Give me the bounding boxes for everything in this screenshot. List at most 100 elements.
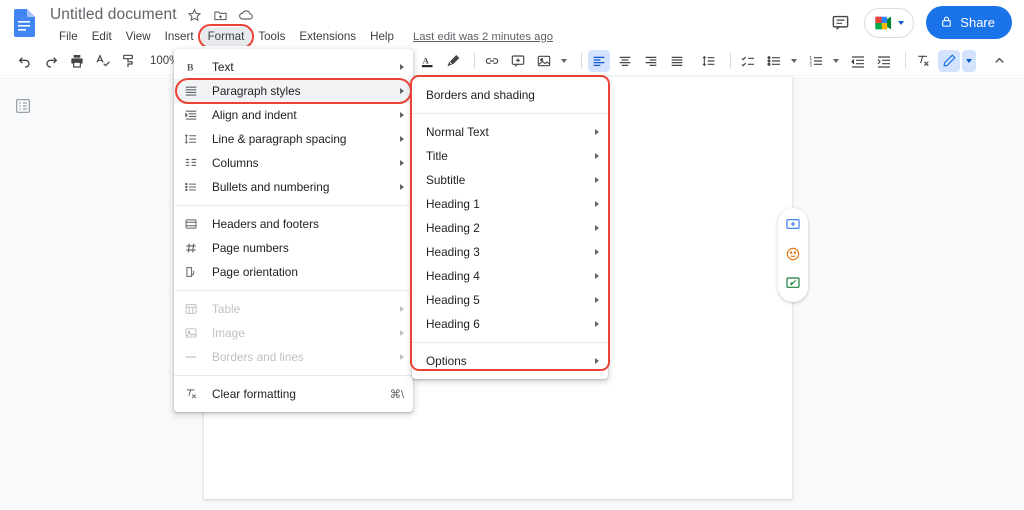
format-menu-item-line-and-paragraph-spacing[interactable]: Line & paragraph spacing [174,127,413,151]
chevron-right-icon [595,153,599,159]
align-right-icon[interactable] [640,50,662,72]
chevron-right-icon [595,177,599,183]
header-actions: Share [828,6,1012,39]
bold-text-icon: B [184,59,204,75]
format-menu-item-clear-formatting[interactable]: Clear formatting ⌘\ [174,382,413,406]
menu-label: Image [212,326,392,340]
insert-image-icon[interactable] [533,50,555,72]
print-icon[interactable] [66,50,88,72]
menu-tools[interactable]: Tools [251,27,292,46]
formatting-toolbar: 100% B I U A 123 [0,46,1024,76]
document-title-row: Untitled document [50,6,255,24]
styles-menu-item-heading-2[interactable]: Heading 2 [412,216,608,240]
styles-menu-item-normal-text[interactable]: Normal Text [412,120,608,144]
line-spacing-icon[interactable] [698,50,720,72]
chevron-right-icon [595,201,599,207]
align-indent-icon [184,107,204,123]
format-menu-item-image: Image [174,321,413,345]
meet-chevron-down-icon[interactable] [898,21,904,25]
checklist-icon[interactable] [737,50,759,72]
styles-menu-item-options[interactable]: Options [412,349,608,373]
align-justify-icon[interactable] [666,50,688,72]
menu-label: Align and indent [212,108,392,122]
add-comment-icon[interactable] [785,216,802,233]
format-menu-item-page-numbers[interactable]: Page numbers [174,236,413,260]
styles-menu-item-subtitle[interactable]: Subtitle [412,168,608,192]
menu-insert[interactable]: Insert [158,27,201,46]
chevron-right-icon [400,88,404,94]
format-menu-item-headers-and-footers[interactable]: Headers and footers [174,212,413,236]
google-docs-window: Untitled document File Edit View Insert … [0,0,1024,510]
chevron-right-icon [400,112,404,118]
share-button-label: Share [960,15,995,30]
menu-label: Title [426,149,587,163]
chevron-right-icon [595,249,599,255]
last-edit-status[interactable]: Last edit was 2 minutes ago [413,31,553,43]
styles-menu-item-title[interactable]: Title [412,144,608,168]
bulleted-list-icon[interactable] [763,50,785,72]
move-to-folder-icon[interactable] [212,7,229,24]
menu-label: Heading 1 [426,197,587,211]
format-menu-item-page-orientation[interactable]: Page orientation [174,260,413,284]
comment-icon[interactable] [828,11,852,35]
menu-edit[interactable]: Edit [85,27,119,46]
google-docs-logo-icon[interactable] [13,9,35,37]
google-meet-icon[interactable] [864,8,914,38]
svg-text:3: 3 [809,62,812,67]
borders-lines-icon [184,349,204,365]
hide-menus-icon[interactable] [988,50,1010,72]
numbered-list-icon[interactable]: 123 [805,50,827,72]
numbered-list-chevron-down-icon[interactable] [831,50,841,72]
menu-label: Columns [212,156,392,170]
menu-label: Text [212,60,392,74]
spellcheck-icon[interactable] [92,50,114,72]
star-icon[interactable] [186,7,203,24]
document-outline-icon[interactable] [13,96,33,116]
format-menu-item-align-and-indent[interactable]: Align and indent [174,103,413,127]
highlight-color-icon[interactable] [442,50,464,72]
cloud-saved-icon[interactable] [238,7,255,24]
clear-formatting-icon[interactable] [912,50,934,72]
format-menu-item-bullets-and-numbering[interactable]: Bullets and numbering [174,175,413,199]
menu-label: Options [426,354,587,368]
insert-link-icon[interactable] [481,50,503,72]
text-color-icon[interactable]: A [416,50,438,72]
decrease-indent-icon[interactable] [847,50,869,72]
paint-format-icon[interactable] [118,50,140,72]
chevron-right-icon [400,354,404,360]
align-center-icon[interactable] [614,50,636,72]
suggest-edits-icon[interactable] [785,274,802,291]
share-button[interactable]: Share [926,6,1012,39]
editing-mode-icon[interactable] [938,50,960,72]
svg-text:A: A [422,55,429,65]
insert-image-chevron-down-icon[interactable] [559,50,569,72]
styles-menu-item-heading-6[interactable]: Heading 6 [412,312,608,336]
undo-icon[interactable] [14,50,36,72]
increase-indent-icon[interactable] [873,50,895,72]
menu-label: Page orientation [212,265,404,279]
menu-help[interactable]: Help [363,27,401,46]
styles-menu-item-heading-5[interactable]: Heading 5 [412,288,608,312]
menu-file[interactable]: File [52,27,85,46]
menu-view[interactable]: View [119,27,158,46]
format-menu-item-columns[interactable]: Columns [174,151,413,175]
insert-comment-icon[interactable] [507,50,529,72]
bulleted-list-chevron-down-icon[interactable] [789,50,799,72]
format-menu-item-paragraph-styles[interactable]: Paragraph styles [174,79,413,103]
chevron-right-icon [595,358,599,364]
editing-mode-chevron-down-icon[interactable] [962,50,976,72]
redo-icon[interactable] [40,50,62,72]
chevron-right-icon [595,321,599,327]
align-left-icon[interactable] [588,50,610,72]
app-header: Untitled document File Edit View Insert … [0,0,1024,46]
document-title[interactable]: Untitled document [50,6,177,24]
styles-menu-item-heading-1[interactable]: Heading 1 [412,192,608,216]
add-emoji-reaction-icon[interactable] [785,245,802,262]
chevron-right-icon [400,160,404,166]
format-menu-item-text[interactable]: B Text [174,55,413,79]
styles-menu-item-heading-3[interactable]: Heading 3 [412,240,608,264]
menu-format[interactable]: Format [201,27,252,46]
menu-extensions[interactable]: Extensions [292,27,363,46]
styles-menu-item-borders-and-shading[interactable]: Borders and shading [412,83,608,107]
styles-menu-item-heading-4[interactable]: Heading 4 [412,264,608,288]
